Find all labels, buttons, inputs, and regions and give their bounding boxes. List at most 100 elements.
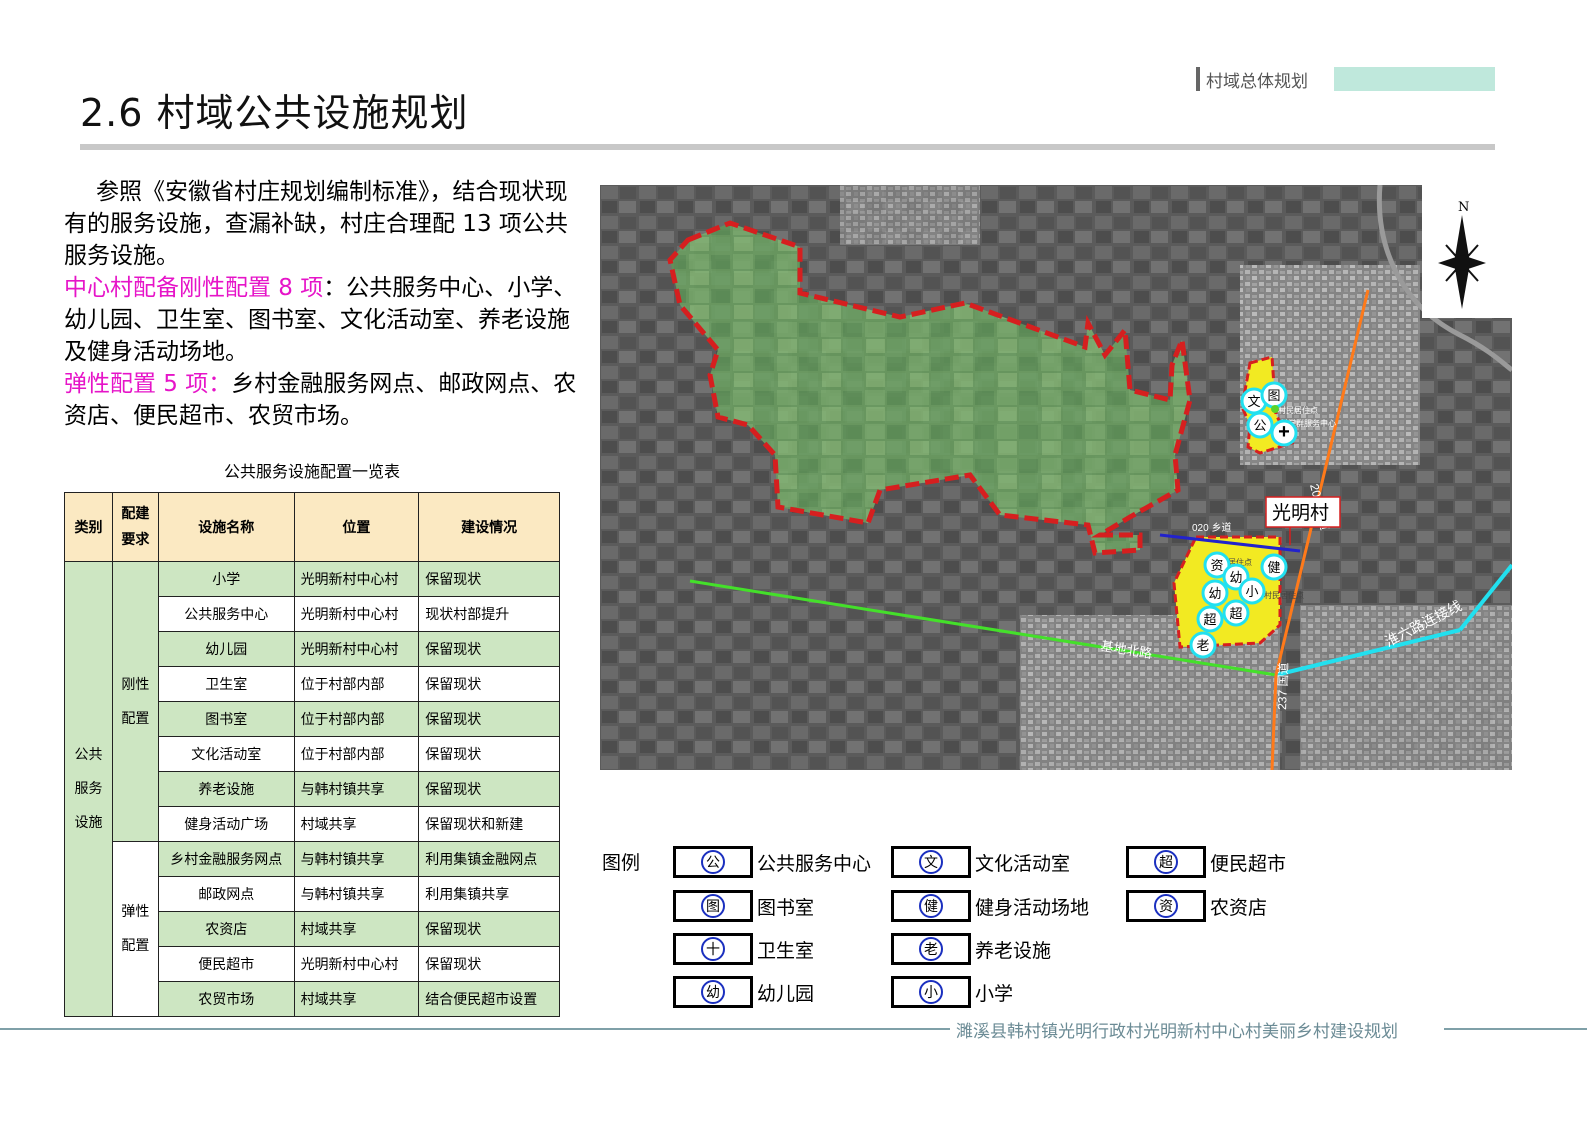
legend-library-label: 图书室 — [757, 896, 815, 919]
legend-library-box: 图 — [673, 890, 753, 922]
facility-status-cell: 利用集镇共享 — [418, 876, 560, 912]
table-row: 弹性配置 乡村金融服务网点 与韩村镇共享 利用集镇金融网点 — [65, 841, 560, 1017]
legend-title: 图例 — [602, 852, 641, 874]
facility-location-cell: 与韩村镇共享 — [293, 876, 420, 912]
facility-name-cell: 农贸市场 — [157, 981, 295, 1017]
header-name: 设施名称 — [157, 492, 295, 562]
marker-library[interactable]: 图 — [1260, 381, 1288, 409]
road-237-label: 237 国道 — [1275, 662, 1291, 710]
facility-location-cell: 位于村部内部 — [293, 736, 420, 772]
facility-status-cell: 保留现状 — [418, 771, 560, 807]
table-row: 公共服务设施 刚性配置 小学 光明新村中心村 保留现状 — [64, 561, 560, 1017]
legend-school-icon: 小 — [919, 980, 943, 1004]
road-020-label: 020 乡道 — [1192, 521, 1231, 534]
legend-public-center-box: 公 — [673, 846, 753, 878]
marker-kindergarten-1-glyph: 幼 — [1229, 570, 1242, 585]
facility-status-cell: 保留现状 — [418, 736, 560, 772]
legend-fitness-icon: 健 — [919, 894, 943, 918]
category-text: 公共服务设施 — [74, 747, 103, 831]
legend-school-label: 小学 — [975, 982, 1014, 1005]
table-caption: 公共服务设施配置一览表 — [223, 462, 400, 481]
intro-paragraph-2: 中心村配备刚性配置 8 项：公共服务中心、小学、幼儿园、卫生室、图书室、文化活动… — [64, 272, 584, 368]
legend-agri-store: 资 农资店 — [1126, 890, 1267, 922]
legend-elderly-box: 老 — [891, 933, 971, 965]
facility-location-cell: 位于村部内部 — [293, 666, 420, 702]
town-area-north — [840, 185, 980, 245]
facility-name-cell: 小学 — [157, 561, 295, 597]
legend-culture: 文 文化活动室 — [891, 846, 1070, 878]
facility-status-cell: 现状村部提升 — [418, 596, 560, 632]
facility-name-cell: 幼儿园 — [157, 631, 295, 667]
legend-kindergarten: 幼 幼儿园 — [673, 976, 814, 1008]
marker-supermarket-1-glyph: 超 — [1229, 606, 1242, 621]
legend-public-center-icon: 公 — [701, 850, 725, 874]
intro-paragraph-3: 弹性配置 5 项：乡村金融服务网点、邮政网点、农资店、便民超市、农贸市场。 — [64, 368, 584, 432]
village-label: 光明村 — [1272, 502, 1329, 524]
facility-table: 类别 配建要求 设施名称 位置 建设情况 公共服务设施 刚性配置 小学 光明新村中心村… — [64, 492, 560, 1017]
facility-location-cell: 与韩村镇共享 — [293, 841, 420, 877]
legend-clinic-box: 十 — [673, 933, 753, 965]
marker-fitness-glyph: 健 — [1267, 560, 1280, 575]
party-center-dot — [1271, 405, 1279, 413]
marker-school-glyph: 小 — [1245, 584, 1258, 599]
residential-label-3: 村民居住点 — [1264, 590, 1304, 600]
facility-location-cell: 光明新村中心村 — [293, 631, 420, 667]
marker-school[interactable]: 小 — [1238, 577, 1266, 605]
legend-fitness-box: 健 — [891, 890, 971, 922]
section-tag-fill — [1334, 67, 1495, 91]
village-map: 020 乡道 基地北路 淮六路连接线 203 省道 237 国道 村党群服务中心… — [600, 185, 1512, 770]
footer-rule-right — [1444, 1028, 1587, 1030]
facility-status-cell: 保留现状和新建 — [418, 806, 560, 842]
marker-library-glyph: 图 — [1267, 388, 1280, 403]
north-label: N — [1458, 200, 1469, 215]
legend-kindergarten-label: 幼儿园 — [757, 982, 815, 1005]
marker-public-center[interactable]: 公 — [1246, 411, 1274, 439]
footer-title: 濉溪县韩村镇光明行政村光明新村中心村美丽乡村建设规划 — [956, 1022, 1398, 1042]
table-header-row: 类别 配建要求 设施名称 位置 建设情况 — [64, 492, 560, 562]
legend-elderly: 老 养老设施 — [891, 933, 1051, 965]
facility-name-cell: 文化活动室 — [157, 736, 295, 772]
legend-supermarket-box: 超 — [1126, 846, 1206, 878]
facility-status-cell: 保留现状 — [418, 701, 560, 737]
facility-name-cell: 卫生室 — [157, 666, 295, 702]
legend-school-box: 小 — [891, 976, 971, 1008]
legend-supermarket: 超 便民超市 — [1126, 846, 1286, 878]
legend-fitness: 健 健身活动场地 — [891, 890, 1089, 922]
marker-supermarket-1[interactable]: 超 — [1222, 599, 1250, 627]
marker-kindergarten-2[interactable]: 幼 — [1201, 579, 1229, 607]
facility-location-cell: 位于村部内部 — [293, 701, 420, 737]
rigid-group-text: 刚性配置 — [121, 676, 150, 727]
residential-label-1: 村民居住点 — [1278, 405, 1318, 415]
title-rule — [80, 144, 1495, 150]
legend-culture-icon: 文 — [919, 850, 943, 874]
legend-agri-store-icon: 资 — [1154, 894, 1178, 918]
facility-location-cell: 村域共享 — [293, 911, 420, 947]
section-tag-bar — [1196, 67, 1200, 91]
marker-elderly[interactable]: 老 — [1189, 631, 1217, 659]
facility-name-cell: 养老设施 — [157, 771, 295, 807]
section-tag-text: 村域总体规划 — [1206, 71, 1308, 92]
legend-kindergarten-icon: 幼 — [701, 980, 725, 1004]
marker-public-center-glyph: 公 — [1253, 418, 1266, 433]
marker-supermarket-2[interactable]: 超 — [1196, 605, 1224, 633]
legend-kindergarten-box: 幼 — [673, 976, 753, 1008]
facility-name-cell: 图书室 — [157, 701, 295, 737]
facility-name-cell: 邮政网点 — [157, 876, 295, 912]
legend-school: 小 小学 — [891, 976, 1013, 1008]
facility-location-cell: 村域共享 — [293, 806, 420, 842]
marker-clinic-glyph: + — [1278, 421, 1290, 443]
facility-name-cell: 公共服务中心 — [157, 596, 295, 632]
facility-location-cell: 光明新村中心村 — [293, 596, 420, 632]
legend-public-center-label: 公共服务中心 — [757, 852, 872, 875]
marker-supermarket-2-glyph: 超 — [1203, 612, 1216, 627]
marker-clinic[interactable]: + — [1270, 419, 1298, 447]
legend-library: 图 图书室 — [673, 890, 814, 922]
legend-elderly-icon: 老 — [919, 937, 943, 961]
facility-status-cell: 利用集镇金融网点 — [418, 841, 560, 877]
flexible-highlight: 弹性配置 5 项： — [64, 371, 232, 397]
header-category: 类别 — [64, 492, 113, 562]
legend-culture-box: 文 — [891, 846, 971, 878]
intro-text: 参照《安徽省村庄规划编制标准》，结合现状现有的服务设施，查漏补缺，村庄合理配 1… — [64, 176, 584, 432]
marker-fitness[interactable]: 健 — [1260, 553, 1288, 581]
legend-culture-label: 文化活动室 — [975, 852, 1071, 875]
